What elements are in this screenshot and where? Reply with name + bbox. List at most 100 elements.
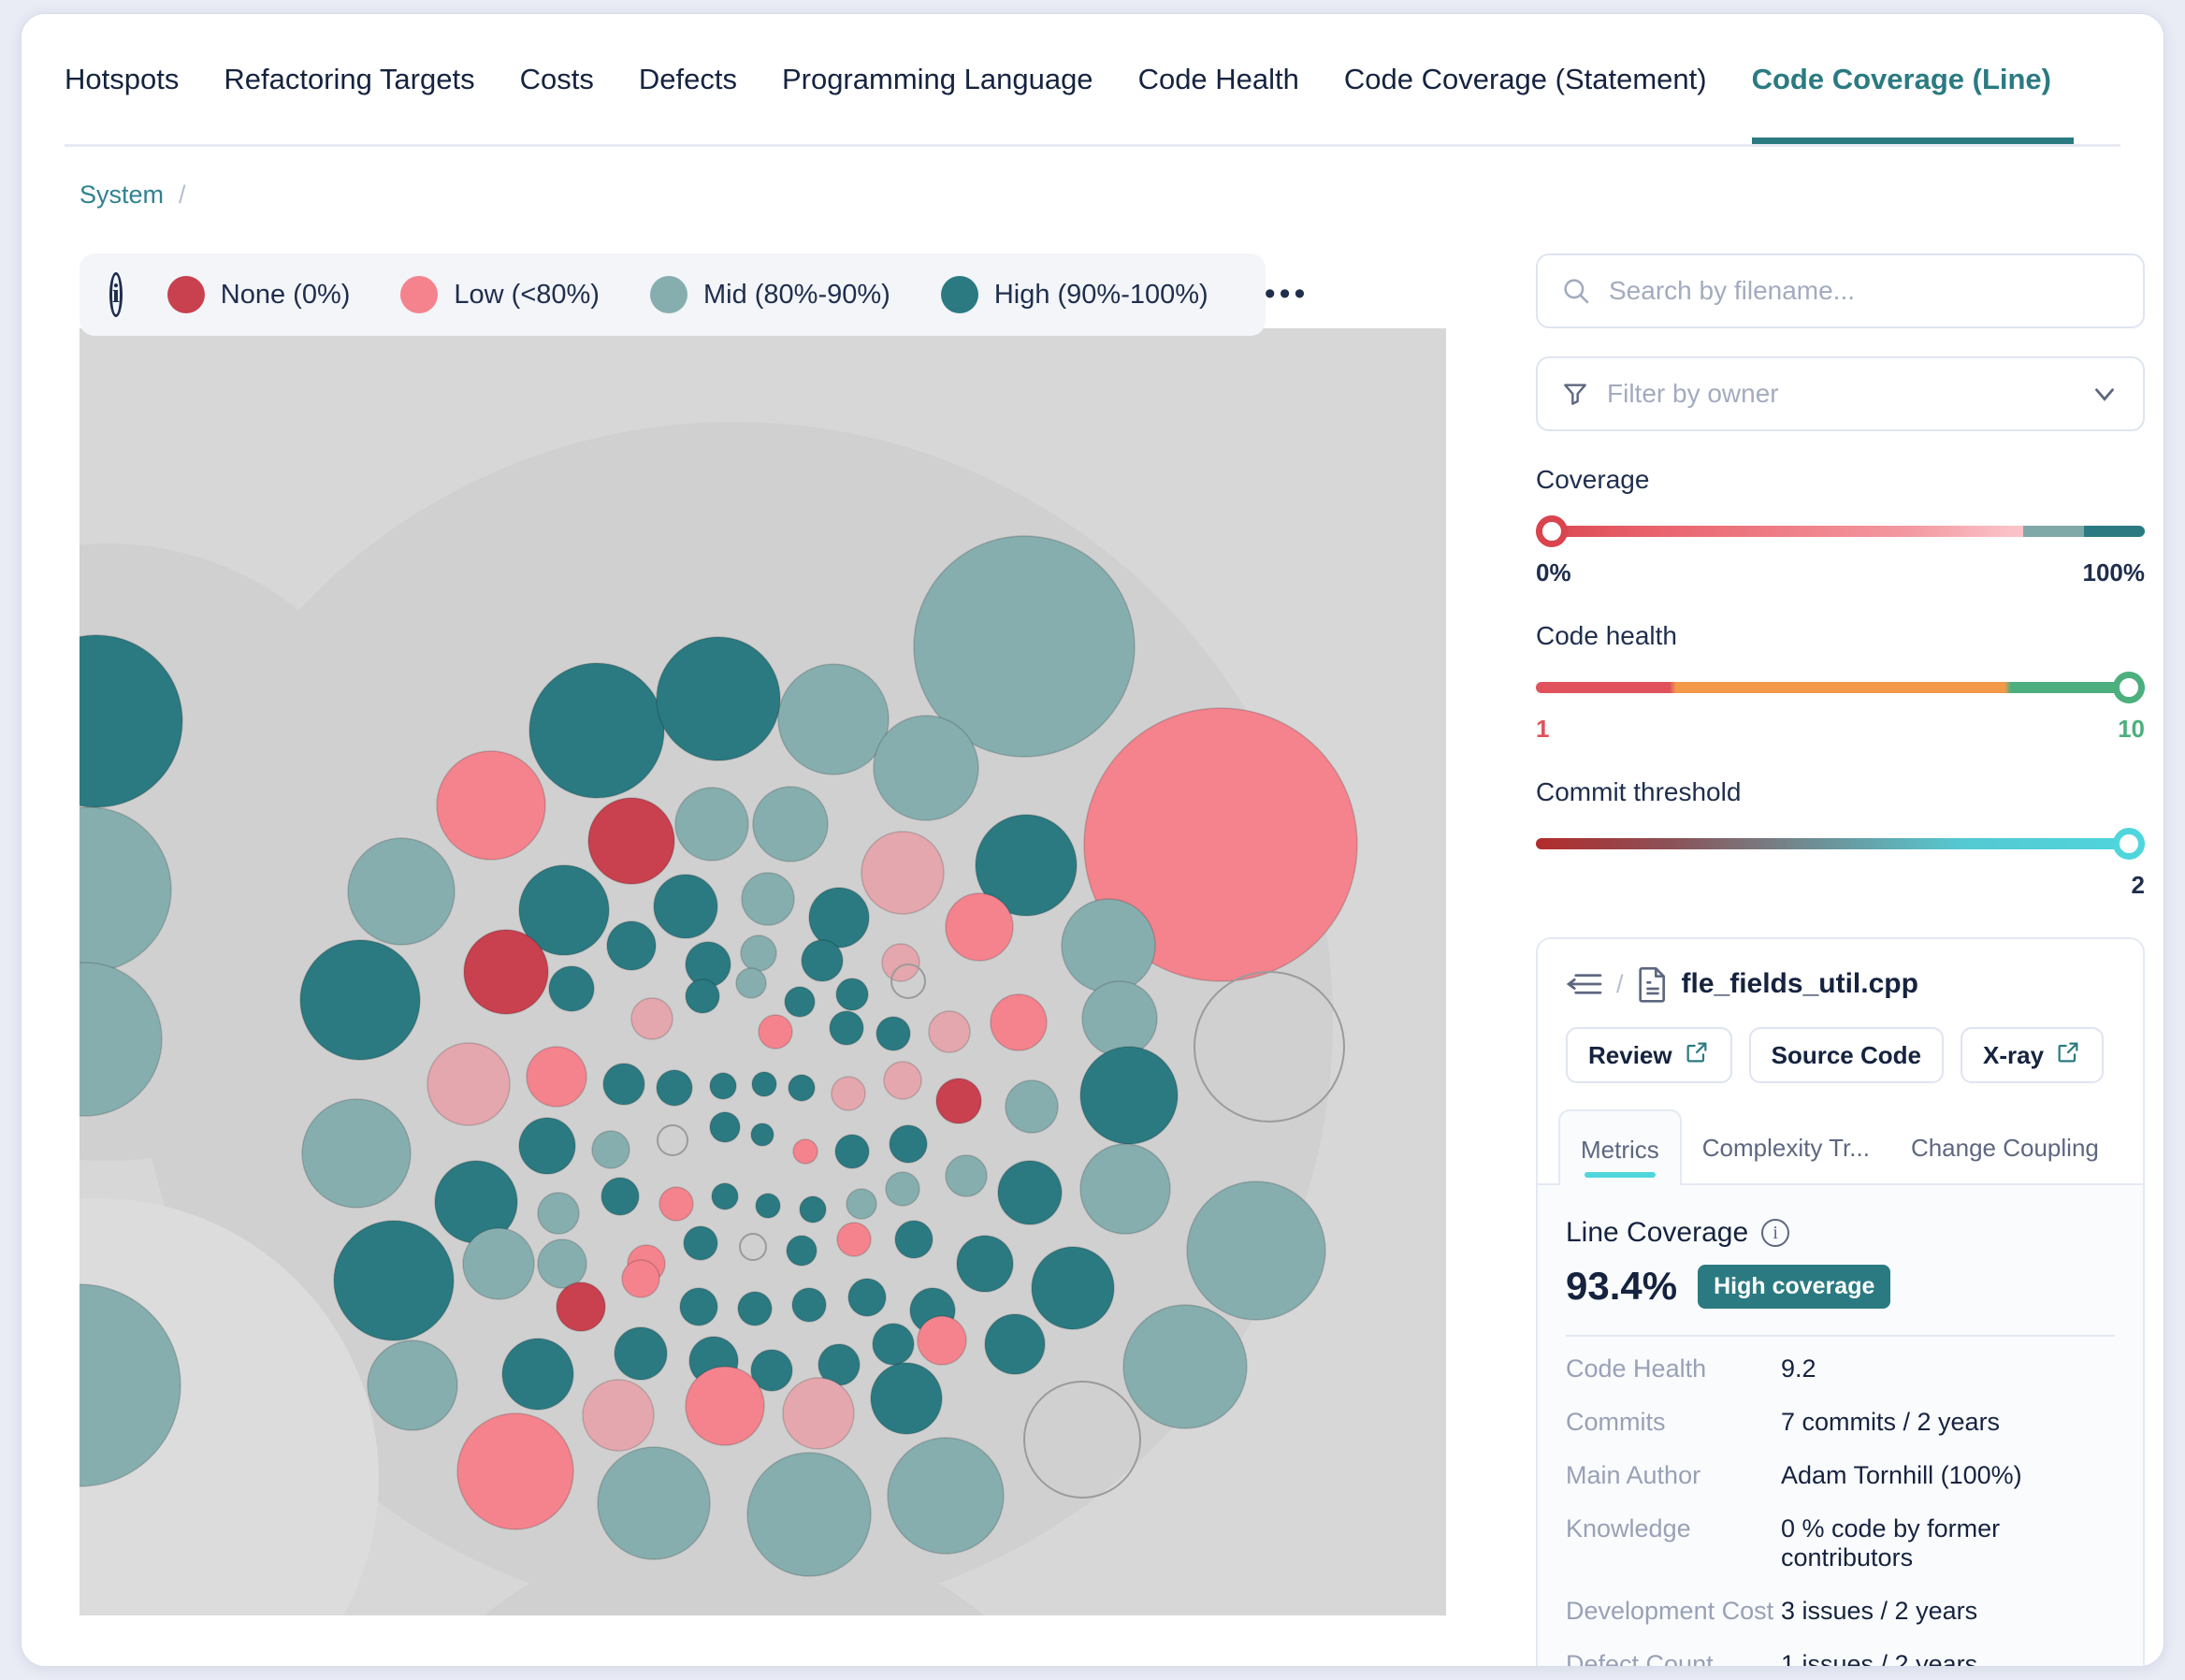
bubble-file[interactable] (835, 978, 869, 1011)
chevron-down-icon[interactable] (2089, 378, 2120, 410)
info-icon[interactable]: i (1761, 1219, 1790, 1247)
bubble-file[interactable] (894, 1220, 933, 1259)
file-tab-change-coupling[interactable]: Change Coupling (1890, 1109, 2120, 1183)
bubble-file[interactable] (1079, 1143, 1171, 1235)
bubble-file[interactable] (528, 662, 665, 799)
bubble-file[interactable] (735, 967, 767, 999)
legend-item[interactable]: High (90%-100%) (940, 276, 1208, 313)
bubble-file[interactable] (777, 663, 890, 775)
bubble-file[interactable] (889, 1124, 928, 1164)
bubble-file[interactable] (711, 1182, 739, 1210)
bubble-file[interactable] (1079, 1046, 1179, 1145)
bubble-file[interactable] (786, 1235, 818, 1267)
bubble-file[interactable] (917, 1315, 967, 1366)
bubble-file[interactable] (601, 1177, 640, 1216)
bubble-file[interactable] (679, 1287, 718, 1326)
bubble-file[interactable] (1005, 1079, 1059, 1134)
bubble-file[interactable] (784, 986, 816, 1018)
bubble-file[interactable] (456, 1412, 574, 1530)
bubble-file[interactable] (873, 715, 979, 821)
bubble-file[interactable] (333, 1220, 455, 1341)
bubble-file[interactable] (367, 1340, 458, 1431)
bubble-file[interactable] (548, 965, 595, 1012)
bubble-file[interactable] (597, 1446, 711, 1560)
coverage-slider-track[interactable] (1536, 526, 2145, 537)
bubble-file[interactable] (614, 1326, 668, 1381)
bubble-file[interactable] (792, 1138, 818, 1165)
bubble-file[interactable] (674, 787, 749, 862)
bubble-file[interactable] (740, 934, 777, 972)
bubble-file[interactable] (945, 892, 1014, 962)
bubble-file[interactable] (1081, 980, 1158, 1057)
bubble-file[interactable] (990, 993, 1048, 1051)
bubble-file[interactable] (870, 1362, 943, 1435)
bubble-file[interactable] (347, 837, 456, 946)
bubble-file[interactable] (656, 1069, 693, 1107)
bubble-file[interactable] (537, 1192, 580, 1235)
bubble-file[interactable] (301, 1098, 412, 1209)
bubble-file[interactable] (746, 1452, 872, 1577)
bubble-file[interactable] (591, 1130, 630, 1169)
bubble-file[interactable] (956, 1235, 1014, 1293)
coverage-bubble-chart[interactable] (80, 328, 1446, 1615)
tab-code-coverage-line[interactable]: Code Coverage (Line) (1729, 14, 2075, 144)
legend-more-icon[interactable]: ••• (1265, 279, 1310, 310)
code-health-slider-thumb-max[interactable] (2113, 672, 2145, 703)
tab-code-coverage-statement[interactable]: Code Coverage (Statement) (1322, 14, 1729, 144)
bubble-file[interactable] (737, 1291, 773, 1326)
review-button[interactable]: Review (1566, 1027, 1732, 1083)
bubble-file[interactable] (788, 1074, 816, 1102)
tab-programming-language[interactable]: Programming Language (760, 14, 1116, 144)
bubble-file[interactable] (658, 1186, 694, 1222)
tab-code-health[interactable]: Code Health (1116, 14, 1322, 144)
bubble-file[interactable] (1061, 898, 1156, 993)
bubble-file[interactable] (606, 920, 657, 971)
bubble-file[interactable] (984, 1313, 1046, 1375)
bubble-file[interactable] (881, 943, 920, 982)
bubble-file[interactable] (945, 1154, 988, 1197)
bubble-file[interactable] (829, 1010, 864, 1046)
bubble-file[interactable] (656, 636, 781, 761)
source-code-button[interactable]: Source Code (1748, 1027, 1944, 1083)
bubble-file[interactable] (875, 1016, 911, 1051)
file-tab-metrics[interactable]: Metrics (1558, 1109, 1682, 1185)
bubble-file[interactable] (462, 1227, 535, 1300)
bubble-file[interactable] (685, 1366, 765, 1446)
bubble-file[interactable] (997, 1160, 1063, 1225)
bubble-file[interactable] (653, 874, 718, 939)
legend-item[interactable]: Mid (80%-90%) (649, 276, 890, 313)
bubble-file[interactable] (621, 1259, 660, 1298)
bubble-file[interactable] (801, 939, 844, 982)
bubble-file[interactable] (831, 1076, 866, 1111)
commit-threshold-slider-track[interactable] (1536, 838, 2145, 849)
bubble-file[interactable] (935, 1078, 982, 1124)
bubble-file[interactable] (299, 939, 421, 1061)
tab-defects[interactable]: Defects (616, 14, 760, 144)
bubble-file[interactable] (683, 1225, 718, 1261)
bubble-file[interactable] (834, 1134, 870, 1169)
bubble-file[interactable] (1031, 1246, 1115, 1330)
bubble-file[interactable] (630, 997, 673, 1040)
code-health-slider[interactable] (1536, 672, 2145, 703)
bubble-file[interactable] (928, 1010, 971, 1053)
bubble-file[interactable] (587, 797, 675, 885)
bubble-file[interactable] (602, 1063, 645, 1106)
coverage-slider-thumb-min[interactable] (1536, 515, 1568, 547)
file-tab-complexity-tr[interactable]: Complexity Tr... (1682, 1109, 1890, 1183)
bubble-file[interactable] (750, 1122, 774, 1147)
back-to-list-icon[interactable] (1566, 969, 1603, 999)
legend-item[interactable]: None (0%) (166, 276, 350, 313)
bubble-file[interactable] (751, 1071, 777, 1097)
bubble-file[interactable] (799, 1195, 827, 1224)
bubble-file[interactable] (741, 872, 795, 926)
bubble-file[interactable] (885, 1171, 920, 1207)
bubble-file[interactable] (436, 750, 546, 861)
bubble-file[interactable] (847, 1278, 887, 1317)
info-icon[interactable]: i (109, 272, 123, 317)
bubble-file[interactable] (537, 1238, 587, 1289)
bubble-file[interactable] (758, 1014, 793, 1050)
bubble-file[interactable] (752, 786, 829, 862)
bubble-file[interactable] (1122, 1304, 1248, 1429)
bubble-file[interactable] (836, 1222, 872, 1257)
bubble-file[interactable] (887, 1437, 1005, 1555)
